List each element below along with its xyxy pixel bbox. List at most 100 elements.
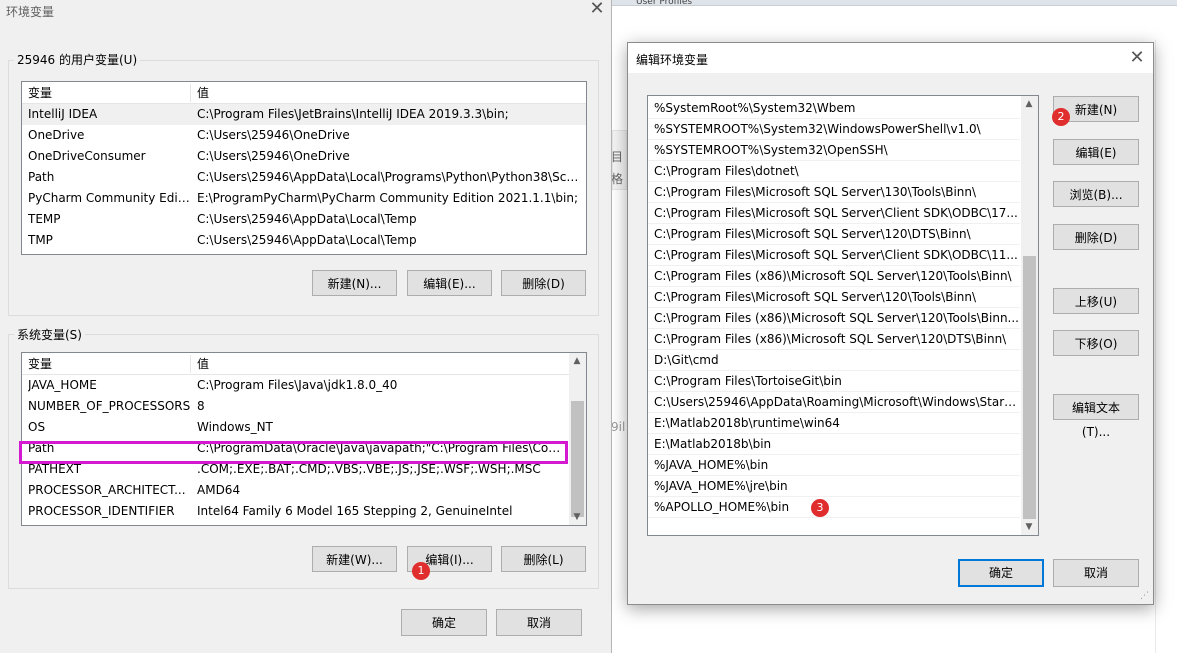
list-item[interactable]: C:\Program Files\Microsoft SQL Server\12…	[648, 287, 1020, 308]
list-item[interactable]: C:\Program Files\TortoiseGit\bin	[648, 371, 1020, 392]
background-tab-label: User Profiles	[636, 0, 693, 6]
variable-name: NUMBER_OF_PROCESSORS	[28, 399, 191, 413]
list-item[interactable]: C:\Program Files (x86)\Microsoft SQL Ser…	[648, 308, 1020, 329]
table-row[interactable]: NUMBER_OF_PROCESSORS 8	[22, 396, 586, 417]
list-item[interactable]: %SystemRoot%\System32\Wbem	[648, 98, 1020, 119]
column-header-variable[interactable]: 变量	[22, 82, 52, 104]
ok-button[interactable]: 确定	[958, 559, 1044, 587]
close-icon[interactable]: ✕	[587, 0, 607, 18]
list-item[interactable]: %SYSTEMROOT%\System32\OpenSSH\	[648, 140, 1020, 161]
close-icon[interactable]: ✕	[1127, 49, 1147, 67]
variable-value: C:\Users\25946\OneDrive	[197, 149, 350, 163]
table-row[interactable]: OneDriveConsumer C:\Users\25946\OneDrive	[22, 146, 586, 167]
variable-name: TMP	[28, 233, 53, 247]
scroll-down-icon[interactable]: ▼	[569, 509, 585, 525]
table-row[interactable]: PROCESSOR_ARCHITECT... AMD64	[22, 480, 586, 501]
table-row[interactable]: IntelliJ IDEA C:\Program Files\JetBrains\…	[22, 104, 586, 125]
delete-entry-button[interactable]: 删除(D)	[1053, 224, 1139, 250]
scroll-up-icon[interactable]: ▲	[569, 353, 585, 369]
dialog-title: 环境变量	[6, 5, 55, 19]
list-item[interactable]: %JAVA_HOME%\bin	[648, 455, 1020, 476]
list-header: 变量 值	[22, 82, 586, 104]
column-header-variable[interactable]: 变量	[22, 353, 52, 375]
scroll-down-icon[interactable]: ▼	[1021, 519, 1037, 535]
step-badge: 3	[811, 499, 829, 517]
move-up-button[interactable]: 上移(U)	[1053, 288, 1139, 314]
cancel-button[interactable]: 取消	[1053, 559, 1139, 587]
system-list-scrollbar[interactable]: ▲ ▼	[569, 353, 586, 525]
edit-entry-button[interactable]: 编辑(E)	[1053, 139, 1139, 165]
path-entries-list[interactable]: %SystemRoot%\System32\Wbem %SYSTEMROOT%\…	[647, 95, 1039, 536]
variable-name: PROCESSOR_ARCHITECT...	[28, 483, 186, 497]
background-text-fragment: 目	[611, 150, 624, 164]
step-badge: 1	[412, 562, 430, 580]
scroll-thumb[interactable]	[1023, 256, 1036, 519]
environment-variables-dialog: 环境变量 ✕ 25946 的用户变量(U) 变量 值 IntelliJ IDEA…	[0, 0, 612, 653]
variable-name: Path	[28, 170, 55, 184]
cancel-button[interactable]: 取消	[496, 609, 582, 636]
variable-name: JAVA_HOME	[28, 378, 97, 392]
user-new-button[interactable]: 新建(N)...	[312, 270, 397, 296]
table-row[interactable]: OS Windows_NT	[22, 417, 586, 438]
user-variables-label: 25946 的用户变量(U)	[14, 51, 141, 68]
list-item[interactable]: E:\Matlab2018b\bin	[648, 434, 1020, 455]
scroll-thumb[interactable]	[571, 401, 584, 517]
edit-text-button[interactable]: 编辑文本(T)...	[1053, 394, 1139, 439]
browse-button[interactable]: 浏览(B)...	[1053, 181, 1139, 207]
table-row[interactable]: OneDrive C:\Users\25946\OneDrive	[22, 125, 586, 146]
list-item[interactable]: C:\Program Files (x86)\Microsoft SQL Ser…	[648, 266, 1020, 287]
variable-name: PyCharm Community Editi...	[28, 191, 192, 205]
user-edit-button[interactable]: 编辑(E)...	[407, 270, 492, 296]
move-down-button[interactable]: 下移(O)	[1053, 330, 1139, 356]
table-row[interactable]: TEMP C:\Users\25946\AppData\Local\Temp	[22, 209, 586, 230]
list-item[interactable]: C:\Program Files\Microsoft SQL Server\Cl…	[648, 245, 1020, 266]
table-row[interactable]: JAVA_HOME C:\Program Files\Java\jdk1.8.0_…	[22, 375, 586, 396]
variable-value: C:\Program Files\Java\jdk1.8.0_40	[197, 378, 398, 392]
variable-value: 8	[197, 399, 205, 413]
table-row[interactable]: PROCESSOR_IDENTIFIER Intel64 Family 6 Mod…	[22, 501, 586, 522]
list-item[interactable]: E:\Matlab2018b\runtime\win64	[648, 413, 1020, 434]
list-item[interactable]: D:\Git\cmd	[648, 350, 1020, 371]
dialog-title: 编辑环境变量	[636, 53, 709, 67]
column-header-value[interactable]: 值	[191, 82, 209, 104]
variable-name: OneDriveConsumer	[28, 149, 146, 163]
system-variables-label: 系统变量(S)	[14, 326, 85, 343]
list-item[interactable]: C:\Program Files\Microsoft SQL Server\Cl…	[648, 203, 1020, 224]
list-item[interactable]: %JAVA_HOME%\jre\bin	[648, 476, 1020, 497]
variable-name: OneDrive	[28, 128, 85, 142]
variable-value: E:\ProgramPyCharm\PyCharm Community Edit…	[197, 191, 579, 205]
system-variables-list[interactable]: 变量 值 JAVA_HOME C:\Program Files\Java\jdk1…	[21, 352, 587, 526]
table-row[interactable]: TMP C:\Users\25946\AppData\Local\Temp	[22, 230, 586, 251]
list-item[interactable]: C:\Program Files\Microsoft SQL Server\12…	[648, 224, 1020, 245]
variable-value: C:\Users\25946\AppData\Local\Temp	[197, 233, 417, 247]
variable-value: Windows_NT	[197, 420, 273, 434]
list-item[interactable]: C:\Program Files (x86)\Microsoft SQL Ser…	[648, 329, 1020, 350]
list-header: 变量 值	[22, 353, 586, 375]
column-header-value[interactable]: 值	[191, 353, 209, 375]
background-right-panel	[1155, 40, 1177, 653]
list-item[interactable]: %SYSTEMROOT%\System32\WindowsPowerShell\…	[648, 119, 1020, 140]
background-text-fragment: 格	[611, 172, 624, 186]
scroll-up-icon[interactable]: ▲	[1021, 96, 1037, 112]
table-row[interactable]: PyCharm Community Editi... E:\ProgramPyCh…	[22, 188, 586, 209]
variable-name: TEMP	[28, 212, 61, 226]
edit-environment-variable-dialog: 编辑环境变量 ✕ %SystemRoot%\System32\Wbem %SYS…	[627, 42, 1154, 605]
table-row[interactable]: Path C:\Users\25946\AppData\Local\Program…	[22, 167, 586, 188]
list-item[interactable]: C:\Users\25946\AppData\Roaming\Microsoft…	[648, 392, 1020, 413]
system-delete-button[interactable]: 删除(L)	[501, 546, 586, 572]
user-delete-button[interactable]: 删除(D)	[501, 270, 586, 296]
system-new-button[interactable]: 新建(W)...	[312, 546, 397, 572]
background-text-fragment: 9il	[611, 420, 626, 434]
variable-name: OS	[28, 420, 46, 434]
resize-grip-icon[interactable]: ⋰	[1140, 591, 1150, 601]
variable-value: C:\Users\25946\AppData\Local\Programs\Py…	[197, 170, 582, 184]
variable-value: C:\Program Files\JetBrains\IntelliJ IDEA…	[197, 107, 509, 121]
variable-value: C:\Users\25946\AppData\Local\Temp	[197, 212, 417, 226]
list-item-new-entry[interactable]: %APOLLO_HOME%\bin	[648, 497, 1020, 518]
ok-button[interactable]: 确定	[401, 609, 487, 636]
path-list-scrollbar[interactable]: ▲ ▼	[1021, 96, 1038, 535]
list-item[interactable]: C:\Program Files\Microsoft SQL Server\13…	[648, 182, 1020, 203]
variable-name: IntelliJ IDEA	[28, 107, 98, 121]
user-variables-list[interactable]: 变量 值 IntelliJ IDEA C:\Program Files\JetBr…	[21, 81, 587, 255]
list-item[interactable]: C:\Program Files\dotnet\	[648, 161, 1020, 182]
